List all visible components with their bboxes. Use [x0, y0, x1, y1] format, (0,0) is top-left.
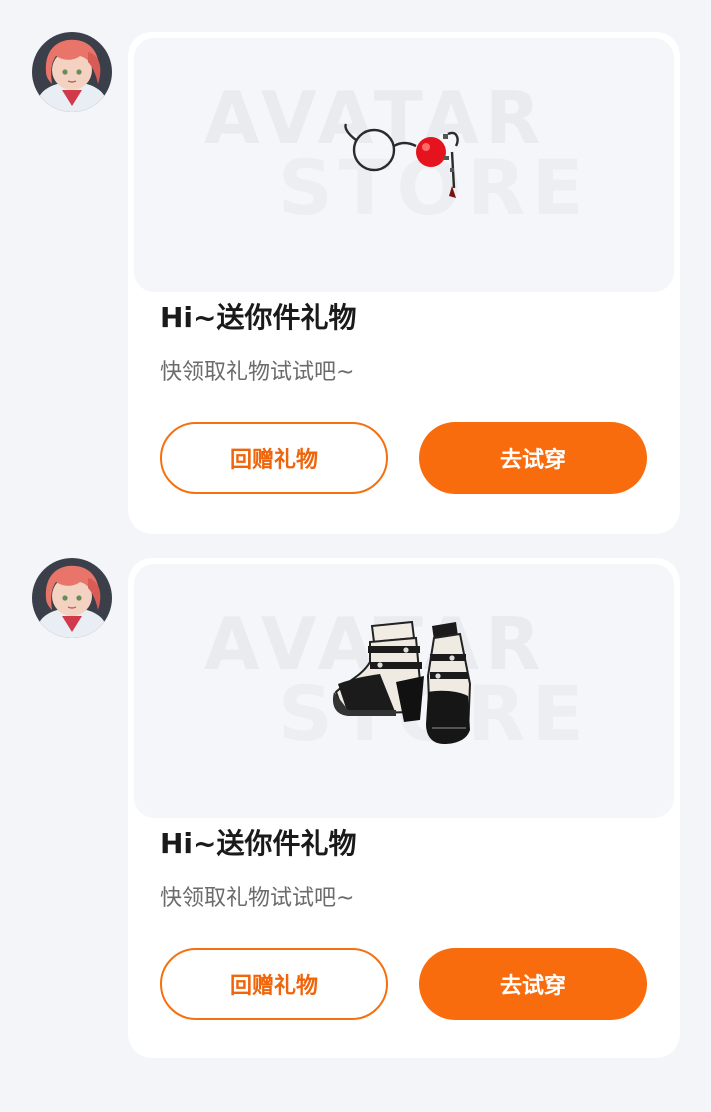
gift-subtitle: 快领取礼物试试吧~ — [160, 886, 355, 911]
glasses-icon — [344, 123, 459, 198]
gift-preview[interactable]: AVATAR STORE — [134, 38, 674, 292]
try-on-button[interactable]: 去试穿 — [419, 948, 647, 1020]
gift-subtitle: 快领取礼物试试吧~ — [160, 360, 355, 385]
return-gift-button[interactable]: 回赠礼物 — [160, 948, 388, 1020]
user-avatar-icon — [32, 32, 112, 112]
gift-preview[interactable]: AVATAR STORE — [134, 564, 674, 818]
gift-message-card: AVATAR STORE Hi~送你件礼物 快领取礼物试试吧~ 回赠礼物 去试穿 — [128, 558, 680, 1058]
return-gift-button[interactable]: 回赠礼物 — [160, 422, 388, 494]
gift-message-card: AVATAR STORE Hi~送你件礼物 快领取礼物试试吧~ 回赠礼物 去试穿 — [128, 32, 680, 534]
try-on-button[interactable]: 去试穿 — [419, 422, 647, 494]
gift-title: Hi~送你件礼物 — [160, 301, 357, 334]
sender-avatar[interactable] — [32, 558, 112, 638]
gift-title: Hi~送你件礼物 — [160, 827, 357, 860]
sender-avatar[interactable] — [32, 32, 112, 112]
user-avatar-icon — [32, 558, 112, 638]
heels-icon — [332, 620, 472, 744]
